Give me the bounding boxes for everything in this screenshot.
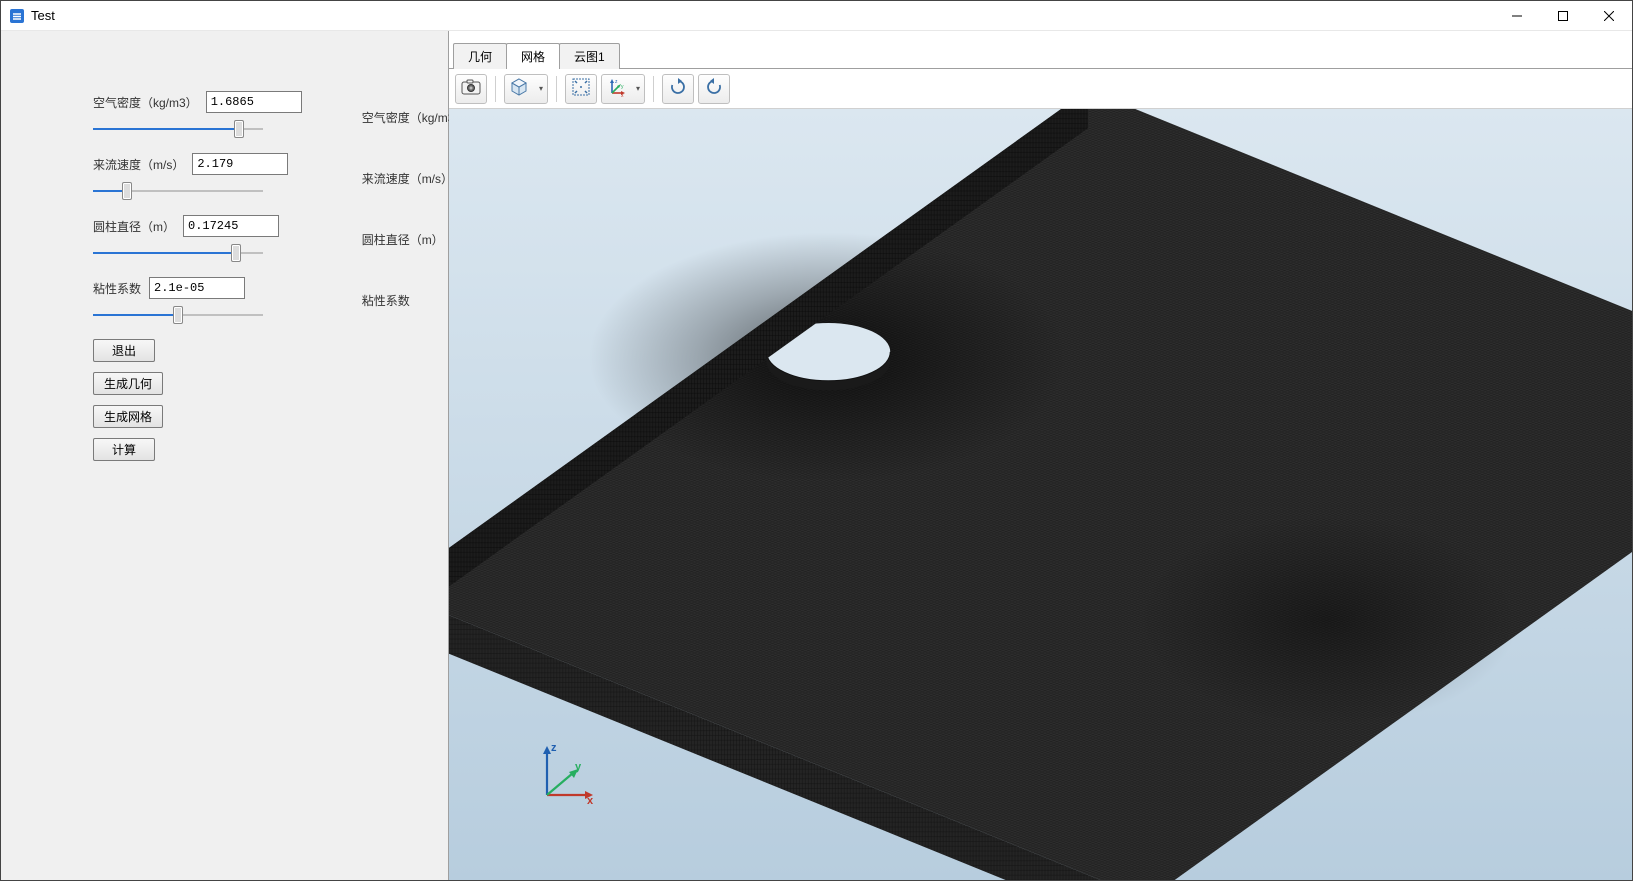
cylinder-diameter-label: 圆柱直径（m） <box>93 218 175 235</box>
rotate-cw-button[interactable] <box>662 74 694 104</box>
chevron-down-icon: ▾ <box>636 84 640 93</box>
axes-orient-button[interactable]: zyx ▾ <box>601 74 645 104</box>
axes-icon: zyx <box>606 77 626 100</box>
viewport-toolbar: ▾ zyx ▾ <box>449 69 1632 109</box>
toolbar-separator <box>495 76 496 102</box>
camera-icon <box>461 79 481 98</box>
rotate-ccw-icon <box>704 77 724 100</box>
compute-button[interactable]: 计算 <box>93 438 155 461</box>
viscosity-label: 粘性系数 <box>93 280 141 297</box>
screenshot-button[interactable] <box>455 74 487 104</box>
iso-cube-icon <box>509 77 529 100</box>
rotate-ccw-button[interactable] <box>698 74 730 104</box>
right-panel: 几何 网格 云图1 ▾ <box>449 31 1632 880</box>
exit-button[interactable]: 退出 <box>93 339 155 362</box>
left-panel: 空气密度（kg/m3） 来流速度（m/s） <box>1 31 449 880</box>
air-density-label: 空气密度（kg/m3） <box>93 94 198 111</box>
rotate-cw-icon <box>668 77 688 100</box>
tabs-bar: 几何 网格 云图1 <box>449 43 1632 69</box>
cylinder-diameter-slider[interactable] <box>93 252 263 254</box>
viscosity-input[interactable] <box>149 277 245 299</box>
mesh-rendering <box>449 109 1632 880</box>
flow-velocity-slider[interactable] <box>93 190 263 192</box>
iso-view-button[interactable]: ▾ <box>504 74 548 104</box>
air-density-input[interactable] <box>206 91 302 113</box>
cylinder-diameter-input[interactable] <box>183 215 279 237</box>
flow-velocity-label: 来流速度（m/s） <box>93 156 184 173</box>
flow-velocity-input[interactable] <box>192 153 288 175</box>
app-icon <box>9 8 25 24</box>
toolbar-separator <box>653 76 654 102</box>
minimize-button[interactable] <box>1494 1 1540 31</box>
toolbar-separator <box>556 76 557 102</box>
maximize-button[interactable] <box>1540 1 1586 31</box>
close-button[interactable] <box>1586 1 1632 31</box>
viscosity-slider[interactable] <box>93 314 263 316</box>
tab-cloud[interactable]: 云图1 <box>559 43 620 69</box>
generate-mesh-button[interactable]: 生成网格 <box>93 405 163 428</box>
mesh-viewport[interactable]: z y x <box>449 109 1632 880</box>
chevron-down-icon: ▾ <box>539 84 543 93</box>
window-controls <box>1494 1 1632 31</box>
window-title: Test <box>31 8 55 23</box>
fit-screen-icon <box>572 78 590 99</box>
generate-geometry-button[interactable]: 生成几何 <box>93 372 163 395</box>
titlebar: Test <box>1 1 1632 31</box>
svg-text:z: z <box>615 79 618 85</box>
svg-text:y: y <box>621 84 624 90</box>
tab-mesh[interactable]: 网格 <box>506 43 560 69</box>
air-density-slider[interactable] <box>93 128 263 130</box>
fit-screen-button[interactable] <box>565 74 597 104</box>
tab-geometry[interactable]: 几何 <box>453 43 507 69</box>
